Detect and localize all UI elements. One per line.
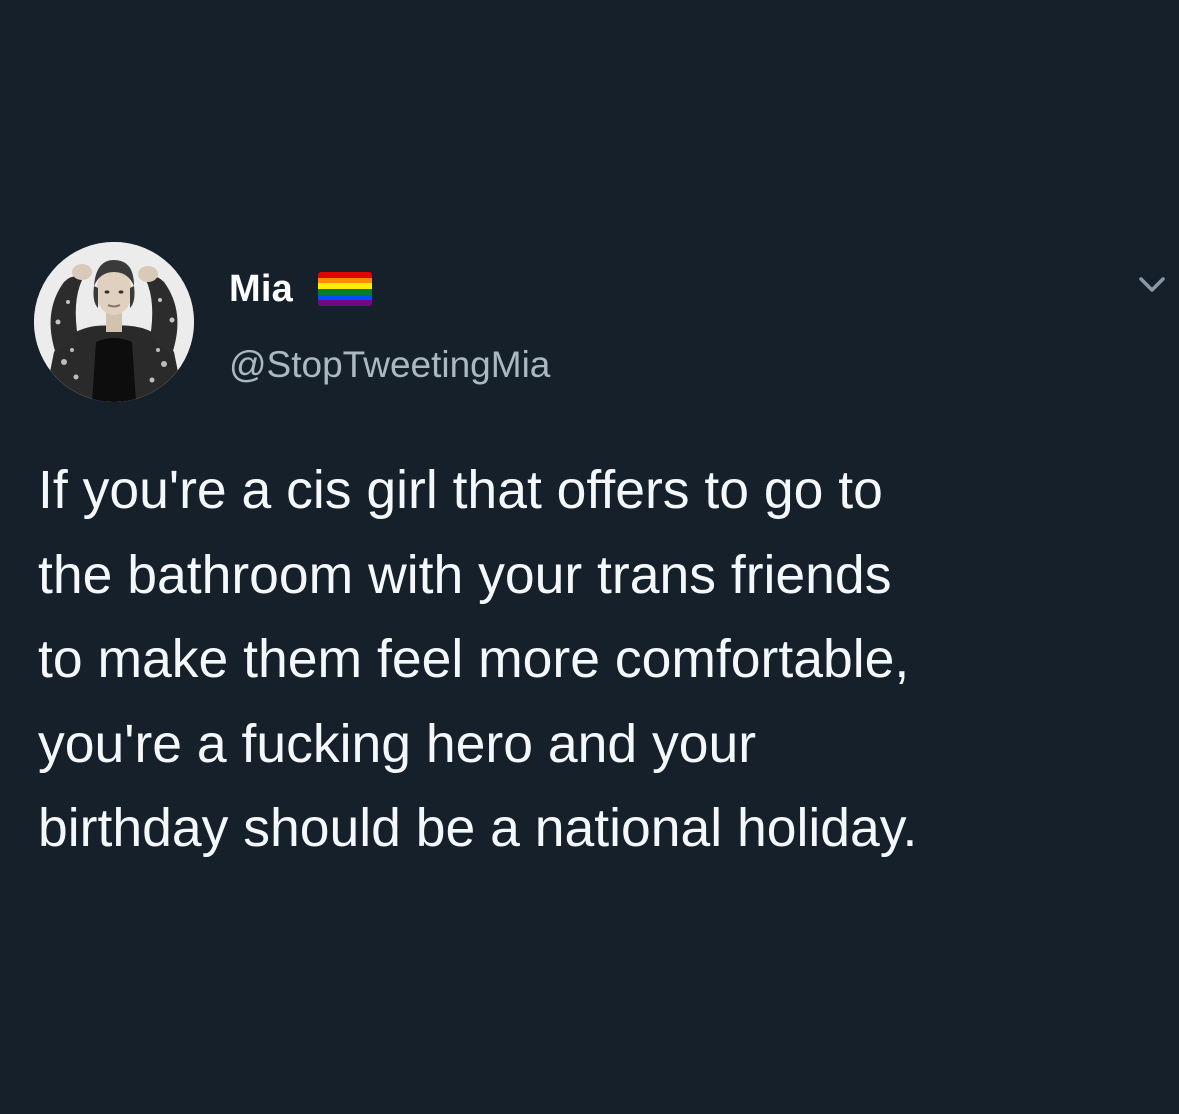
rainbow-flag-icon: [318, 272, 372, 306]
avatar[interactable]: [34, 242, 194, 402]
chevron-down-icon[interactable]: [1135, 272, 1169, 298]
tweet-text-line: If you're a cis girl that offers to go t…: [38, 461, 883, 520]
tweet-text-line: birthday should be a national holiday.: [38, 799, 918, 858]
display-name[interactable]: Mia: [229, 266, 293, 312]
user-handle[interactable]: @StopTweetingMia: [229, 343, 550, 387]
tweet-text-line: the bathroom with your trans friends: [38, 545, 892, 605]
tweet-text-line: to make them feel more comfortable,: [38, 630, 910, 689]
tweet-card: Mia @StopTweetingMia If you're a cis gir…: [0, 0, 1179, 1114]
tweet-text-line: you're a fucking hero and your: [38, 714, 757, 774]
tweet-text: If you're a cis girl that offers to go t…: [38, 449, 1168, 872]
avatar-photo-icon: [34, 242, 194, 402]
